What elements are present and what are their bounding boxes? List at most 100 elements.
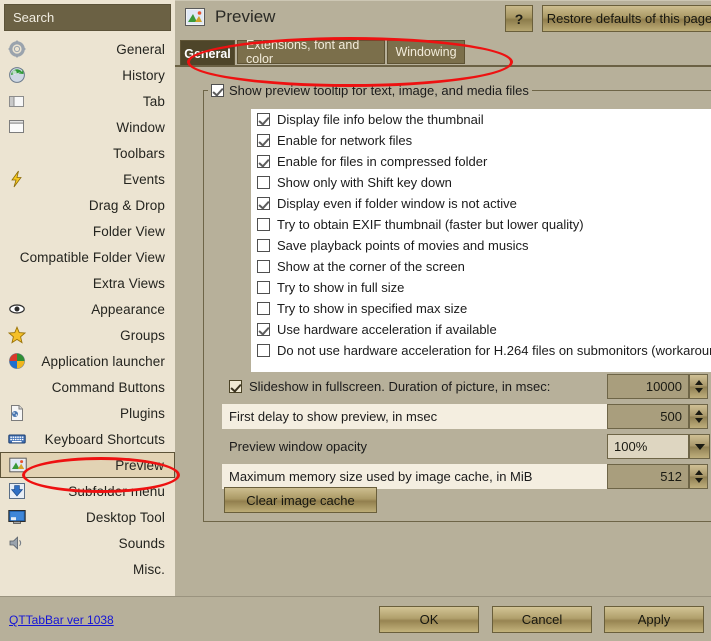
value-row-label: Preview window opacity [229,439,368,454]
chevron-down-icon[interactable] [689,434,710,459]
tab-windowing[interactable]: Windowing [387,40,465,64]
tab-label: Extensions, font and color [246,38,360,66]
sidebar-item-label: History [122,67,165,83]
spinner-buttons[interactable] [689,464,708,489]
sidebar-item-folder-view[interactable]: Folder View [0,218,175,244]
option-row[interactable]: Enable for network files [251,130,711,151]
version-link[interactable]: QTTabBar ver 1038 [9,613,114,627]
sidebar-item-compatible-folder-view[interactable]: Compatible Folder View [0,244,175,270]
sidebar-item-label: Appearance [91,301,165,317]
option-label: Show at the corner of the screen [277,259,465,274]
option-label: Display even if folder window is not act… [277,196,517,211]
option-row[interactable]: Save playback points of movies and music… [251,235,711,256]
sidebar-item-toolbars[interactable]: Toolbars [0,140,175,166]
preview-options-list: Display file info below the thumbnail Ena… [251,109,711,372]
spinner-up-icon[interactable] [694,410,703,415]
sidebar-item-history[interactable]: History [0,62,175,88]
numeric-input[interactable]: 500 [607,404,689,429]
option-row[interactable]: Enable for files in compressed folder [251,151,711,172]
sidebar-item-events[interactable]: Events [0,166,175,192]
spinner-down-icon[interactable] [694,388,703,393]
option-label: Save playback points of movies and music… [277,238,529,253]
option-checkbox[interactable] [257,344,270,357]
sidebar-item-command-buttons[interactable]: Command Buttons [0,374,175,400]
option-row[interactable]: Do not use hardware acceleration for H.2… [251,340,711,361]
preview-value-rows: Slideshow in fullscreen. Duration of pic… [222,374,711,494]
help-button[interactable]: ? [505,5,533,32]
sidebar-item-desktop-tool[interactable]: Desktop Tool [0,504,175,530]
sidebar-item-drag-drop[interactable]: Drag & Drop [0,192,175,218]
numeric-input[interactable]: 10000 [607,374,689,399]
spinner-up-icon[interactable] [694,380,703,385]
spinner-up-icon[interactable] [694,470,703,475]
numeric-input[interactable]: 512 [607,464,689,489]
sidebar-item-plugins[interactable]: Plugins [0,400,175,426]
sidebar-item-groups[interactable]: Groups [0,322,175,348]
sidebar-item-general[interactable]: General [0,36,175,62]
preview-icon [9,456,27,474]
sidebar-item-window[interactable]: Window [0,114,175,140]
spinner-buttons[interactable] [689,374,708,399]
star-icon [7,326,27,344]
spinner-down-icon[interactable] [694,418,703,423]
tab-extensions-font-and-color[interactable]: Extensions, font and color [237,38,385,66]
sidebar-footer: QTTabBar ver 1038 [0,597,175,641]
clear-image-cache-button[interactable]: Clear image cache [224,487,377,513]
tab-label: General [184,46,231,61]
option-checkbox[interactable] [257,281,270,294]
sidebar-item-sounds[interactable]: Sounds [0,530,175,556]
sidebar-item-label: Keyboard Shortcuts [44,431,165,447]
sidebar-item-label: Compatible Folder View [19,249,165,265]
option-checkbox[interactable] [257,239,270,252]
search-input[interactable]: Search [4,4,171,31]
show-preview-tooltip-checkbox[interactable] [211,83,224,97]
tab-general[interactable]: General [180,40,235,66]
apply-button[interactable]: Apply [604,606,704,633]
sidebar-item-tab[interactable]: Tab [0,88,175,114]
ok-button[interactable]: OK [379,606,479,633]
cancel-button[interactable]: Cancel [492,606,592,633]
option-row[interactable]: Display file info below the thumbnail [251,109,711,130]
sidebar-item-misc[interactable]: Misc. [0,556,175,582]
sidebar-item-appearance[interactable]: Appearance [0,296,175,322]
option-row[interactable]: Use hardware acceleration if available [251,319,711,340]
spinner-buttons[interactable] [689,404,708,429]
option-label: Enable for network files [277,133,413,148]
sidebar-item-application-launcher[interactable]: Application launcher [0,348,175,374]
desktop-icon [8,508,26,526]
value-row: First delay to show preview, in msec 500 [222,404,711,429]
numeric-value: 512 [660,469,682,484]
tab-icon [8,92,26,110]
value-row-label: First delay to show preview, in msec [229,409,438,424]
option-checkbox[interactable] [257,176,270,189]
sidebar-item-label: Command Buttons [51,379,165,395]
option-row[interactable]: Display even if folder window is not act… [251,193,711,214]
option-checkbox[interactable] [257,260,270,273]
opacity-combo-value[interactable]: 100% [607,434,689,459]
option-row[interactable]: Try to show in specified max size [251,298,711,319]
option-checkbox[interactable] [257,113,270,126]
plugin-icon [8,404,26,422]
option-row[interactable]: Try to show in full size [251,277,711,298]
option-label: Try to show in full size [277,280,405,295]
sidebar-item-subfolder-menu[interactable]: Subfolder menu [0,478,175,504]
restore-defaults-button[interactable]: Restore defaults of this page [542,5,711,32]
sidebar-item-keyboard-shortcuts[interactable]: Keyboard Shortcuts [0,426,175,452]
option-row[interactable]: Show at the corner of the screen [251,256,711,277]
option-checkbox[interactable] [257,302,270,315]
option-row[interactable]: Try to obtain EXIF thumbnail (faster but… [251,214,711,235]
option-checkbox[interactable] [257,197,270,210]
option-checkbox[interactable] [257,323,270,336]
option-checkbox[interactable] [257,134,270,147]
down-arrow-icon [8,482,26,500]
option-checkbox[interactable] [257,155,270,168]
slideshow-fullscreen-checkbox[interactable] [229,380,242,393]
option-label: Do not use hardware acceleration for H.2… [277,343,711,358]
clear-image-cache-label: Clear image cache [246,492,355,508]
spinner-down-icon[interactable] [694,478,703,483]
option-checkbox[interactable] [257,218,270,231]
sidebar-item-preview[interactable]: Preview [0,452,175,478]
option-row[interactable]: Show only with Shift key down [251,172,711,193]
keyboard-icon [8,430,26,448]
sidebar-item-extra-views[interactable]: Extra Views [0,270,175,296]
